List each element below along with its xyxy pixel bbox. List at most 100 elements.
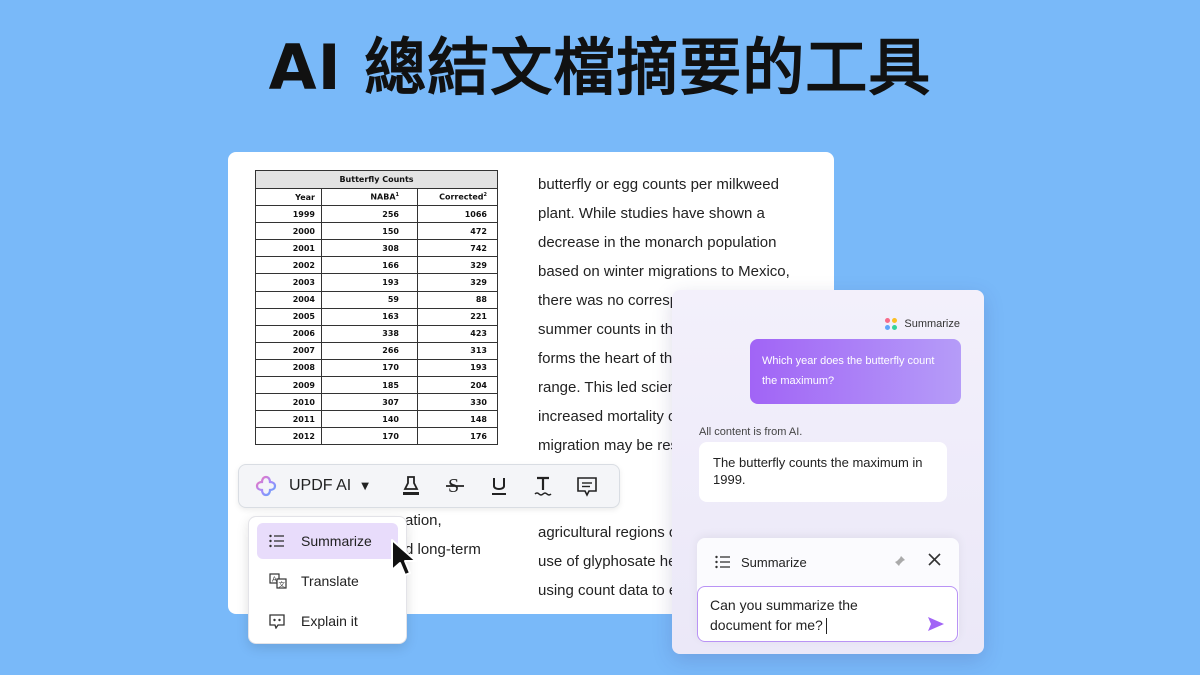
- table-row: 2003 193 329: [255, 273, 498, 292]
- table-cell: 204: [417, 376, 498, 395]
- table-row: 1999 256 1066: [255, 205, 498, 224]
- list-icon: [269, 534, 289, 548]
- table-cell: 472: [417, 222, 498, 241]
- table-cell: 88: [417, 290, 498, 309]
- table-cell: 150: [321, 222, 418, 241]
- table-cell: 2005: [255, 307, 322, 326]
- table-cell: 2009: [255, 376, 322, 395]
- pin-icon[interactable]: [894, 555, 906, 570]
- chat-input[interactable]: Can you summarize the document for me?: [697, 586, 958, 642]
- table-row: 2000 150 472: [255, 222, 498, 241]
- table-cell: 193: [321, 273, 418, 292]
- table-cell: 2006: [255, 324, 322, 343]
- table-cell: 163: [321, 307, 418, 326]
- list-icon: [715, 555, 731, 569]
- underline-icon[interactable]: [477, 464, 521, 508]
- strikethrough-icon[interactable]: S: [433, 464, 477, 508]
- table-cell: 1999: [255, 205, 322, 224]
- table-cell: 166: [321, 256, 418, 275]
- menu-item-label: Summarize: [301, 533, 372, 549]
- table-row: 2012 170 176: [255, 427, 498, 446]
- highlight-icon[interactable]: [389, 464, 433, 508]
- updf-ai-logo-icon: [255, 475, 277, 497]
- ai-assistant-panel: Summarize Which year does the butterfly …: [672, 290, 984, 654]
- table-cell: 170: [321, 427, 418, 446]
- updf-ai-label: UPDF AI: [289, 477, 352, 494]
- table-cell: 307: [321, 393, 418, 412]
- butterfly-table: Butterfly Counts Year NABA1 Corrected2 1…: [255, 170, 498, 446]
- menu-item-label: Explain it: [301, 613, 358, 629]
- paragraph-line: based on winter migrations to Mexico,: [538, 263, 790, 280]
- table-cell: 148: [417, 410, 498, 429]
- table-cell: 266: [321, 341, 418, 360]
- comment-icon[interactable]: [565, 464, 609, 508]
- table-cell: 329: [417, 256, 498, 275]
- table-cell: 2008: [255, 358, 322, 378]
- summarize-tag: Summarize: [885, 318, 960, 330]
- table-cell: 2004: [255, 290, 322, 309]
- translate-icon: A文: [269, 573, 289, 589]
- table-row: 2002 166 329: [255, 256, 498, 275]
- partial-line: d long-term: [405, 541, 481, 558]
- composer-header: Summarize: [697, 538, 959, 586]
- table-cell: 59: [321, 290, 418, 309]
- table-cell: 1066: [417, 205, 498, 224]
- table-cell: 2002: [255, 256, 322, 275]
- table-cell: 2003: [255, 273, 322, 292]
- menu-item-explain[interactable]: Explain it: [257, 603, 398, 639]
- table-row: 2010 307 330: [255, 393, 498, 412]
- svg-text:文: 文: [279, 580, 286, 589]
- partial-line: ation,: [405, 512, 442, 529]
- table-cell: 742: [417, 239, 498, 258]
- table-cell: 2007: [255, 341, 322, 360]
- table-row: 2006 338 423: [255, 324, 498, 343]
- table-row: 2007 266 313: [255, 341, 498, 360]
- paragraph-line: plant. While studies have shown a: [538, 205, 765, 222]
- table-row: 2011 140 148: [255, 410, 498, 429]
- left-partial-text: ation, d long-term: [405, 506, 605, 564]
- table-cell: 193: [417, 358, 498, 378]
- user-question-bubble: Which year does the butterfly count the …: [750, 339, 961, 404]
- squiggly-text-icon[interactable]: [521, 464, 565, 508]
- table-row: 2008 170 193: [255, 358, 498, 378]
- menu-item-label: Translate: [301, 573, 359, 589]
- composer-mode-label[interactable]: Summarize: [741, 555, 807, 570]
- chat-composer: Summarize Can you summarize the document…: [697, 538, 959, 642]
- table-row: 2004 59 88: [255, 290, 498, 309]
- table-cell: 329: [417, 273, 498, 292]
- updf-ai-button[interactable]: UPDF AI ▼: [239, 475, 389, 497]
- table-cell: 185: [321, 376, 418, 395]
- table-cell: 330: [417, 393, 498, 412]
- table-header-naba: NABA1: [321, 187, 418, 207]
- table-cell: 2000: [255, 222, 322, 241]
- mouse-cursor-icon: [391, 539, 417, 576]
- table-row: 2001 308 742: [255, 239, 498, 258]
- table-cell: 170: [321, 358, 418, 378]
- svg-text:A: A: [272, 576, 277, 584]
- summarize-dots-icon: [885, 318, 898, 330]
- table-cell: 338: [321, 324, 418, 343]
- table-cell: 256: [321, 205, 418, 224]
- ai-answer-bubble: The butterfly counts the maximum in 1999…: [699, 442, 947, 502]
- table-row: 2005 163 221: [255, 307, 498, 326]
- table-cell: 221: [417, 307, 498, 326]
- table-header-corrected: Corrected2: [417, 187, 498, 207]
- table-header-year: Year: [255, 187, 322, 207]
- table-cell: 423: [417, 324, 498, 343]
- table-cell: 308: [321, 239, 418, 258]
- table-cell: 2010: [255, 393, 322, 412]
- menu-item-summarize[interactable]: Summarize: [257, 523, 398, 559]
- ai-content-note: All content is from AI.: [699, 426, 803, 438]
- table-cell: 176: [417, 427, 498, 446]
- paragraph-line: butterfly or egg counts per milkweed: [538, 176, 779, 193]
- send-icon[interactable]: [927, 615, 945, 633]
- summarize-tag-label: Summarize: [904, 318, 960, 330]
- updf-ai-dropdown-menu: Summarize A文 Translate Explain it: [248, 516, 407, 644]
- close-icon[interactable]: [928, 553, 941, 571]
- annotation-toolbar: UPDF AI ▼ S: [238, 464, 620, 508]
- paragraph-line: decrease in the monarch population: [538, 234, 777, 251]
- menu-item-translate[interactable]: A文 Translate: [257, 563, 398, 599]
- explain-icon: [269, 613, 289, 629]
- page-headline: AI 總結文檔摘要的工具: [268, 31, 932, 104]
- table-cell: 140: [321, 410, 418, 429]
